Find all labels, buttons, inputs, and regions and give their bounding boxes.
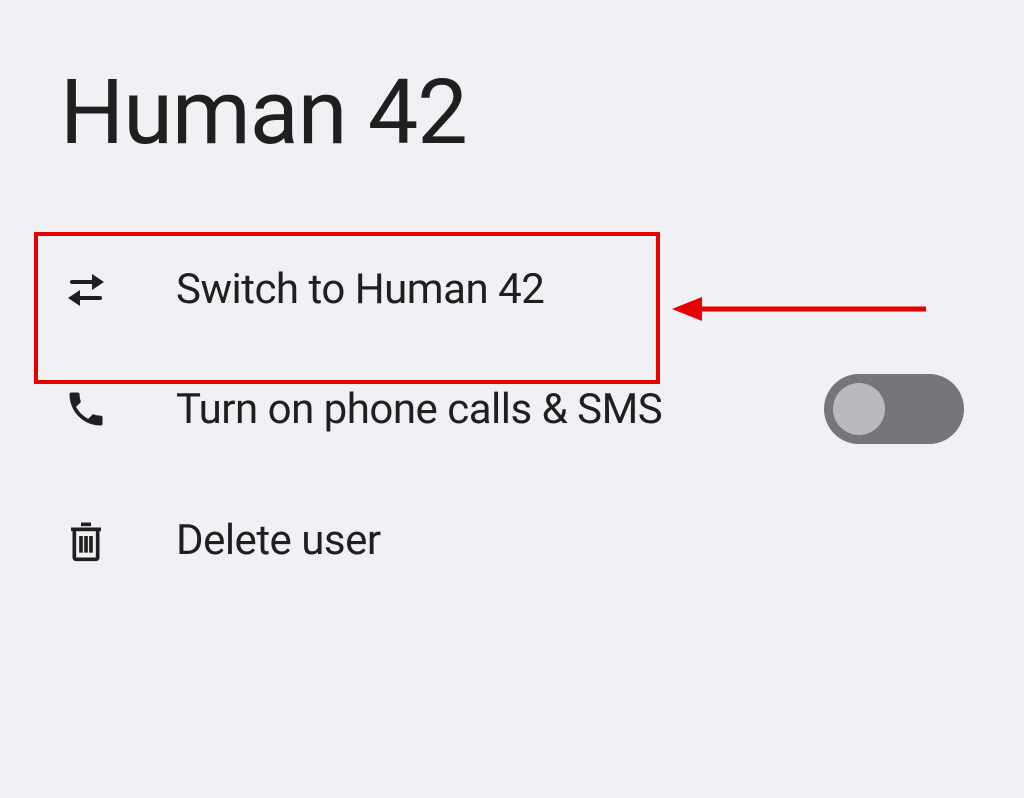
toggle-knob [833, 383, 885, 435]
phone-sms-row[interactable]: Turn on phone calls & SMS [56, 338, 964, 480]
phone-icon [56, 387, 116, 431]
delete-user-label: Delete user [176, 516, 964, 565]
phone-sms-label: Turn on phone calls & SMS [176, 385, 764, 434]
swap-icon [56, 270, 116, 310]
options-list: Switch to Human 42 Turn on phone calls &… [0, 165, 1024, 601]
page-title: Human 42 [0, 0, 1024, 165]
switch-user-row[interactable]: Switch to Human 42 [56, 241, 964, 338]
switch-user-label: Switch to Human 42 [176, 265, 964, 314]
trash-icon [56, 518, 116, 564]
delete-user-row[interactable]: Delete user [56, 480, 964, 601]
phone-sms-toggle[interactable] [824, 374, 964, 444]
